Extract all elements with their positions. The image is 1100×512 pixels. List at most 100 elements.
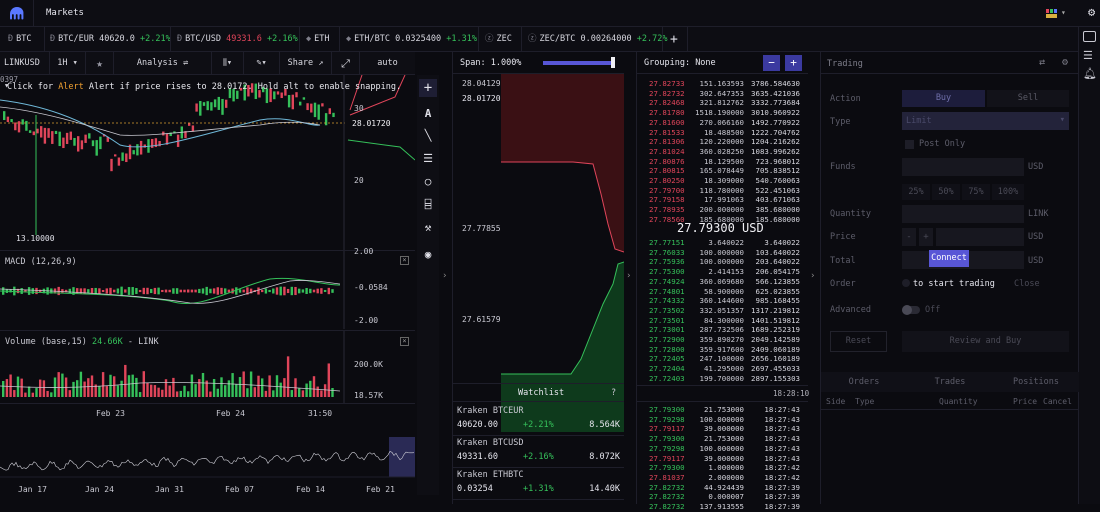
close-option[interactable]: Close [1014, 279, 1040, 289]
ticker-eth-btc[interactable]: ◆ ETH/BTC 0.0325400 +1.31% [346, 27, 477, 52]
close-icon[interactable]: × [400, 256, 409, 265]
book-row[interactable]: 27.74801 58.900000 625.023855 [637, 287, 808, 297]
pct-button[interactable]: 25% [902, 184, 930, 200]
symbol-select[interactable]: LINKUSD ▾ [0, 52, 50, 91]
fullscreen-icon[interactable]: ⤢ [332, 52, 360, 75]
pct-button[interactable]: 75% [962, 184, 990, 200]
ticker-zec-btc[interactable]: ⓩ ZEC/BTC 0.00264000 +2.72% [528, 27, 668, 52]
fib-tool-icon[interactable]: ⌸ [421, 198, 435, 212]
pct-button[interactable]: 100% [992, 184, 1024, 200]
text-tool-icon[interactable]: A [421, 107, 435, 121]
ticker-eth[interactable]: ◆ ETH [306, 27, 329, 52]
watchlist-item[interactable]: Kraken BTCEUR 40620.00 +2.21% 8.564K [453, 404, 624, 436]
measure-tool-icon[interactable]: ⚒ [421, 221, 435, 235]
positions-tab[interactable]: Positions [993, 377, 1079, 387]
price-increment-button[interactable]: + [919, 228, 933, 246]
list-icon[interactable]: ☰ [1083, 49, 1093, 62]
book-row[interactable]: 27.78935 200.000000 385.680000 [637, 205, 808, 215]
book-row[interactable]: 27.74924 360.069680 566.123855 [637, 277, 808, 287]
chat-icon[interactable] [1083, 31, 1096, 42]
book-row[interactable]: 27.80250 18.309000 540.760063 [637, 176, 808, 186]
book-row[interactable]: 27.79158 17.991063 403.671063 [637, 195, 808, 205]
gear-icon[interactable]: ⚙ [1062, 57, 1068, 68]
watchlist-item[interactable]: Kraken ETHBTC 0.03254 +1.31% 14.40K [453, 468, 624, 500]
book-row[interactable]: 27.82732 302.647353 3635.421036 [637, 89, 808, 99]
book-row[interactable]: 27.81306 120.220000 1204.216262 [637, 137, 808, 147]
chevron-right-icon[interactable]: › [810, 271, 815, 281]
book-row[interactable]: 27.72404 41.295000 2697.455033 [637, 364, 808, 374]
book-row[interactable]: 27.81780 1518.190000 3010.960922 [637, 108, 808, 118]
book-row[interactable]: 27.81533 18.488500 1222.704762 [637, 128, 808, 138]
buy-tab[interactable]: Buy [902, 90, 985, 107]
gear-icon[interactable]: ⚙ [1088, 5, 1095, 19]
circle-tool-icon[interactable]: ○ [421, 175, 435, 189]
book-row[interactable]: 27.72900 359.890270 2049.142589 [637, 335, 808, 345]
refresh-icon[interactable]: ⇄ [1039, 57, 1045, 68]
interval-select[interactable]: 1H ▾ [50, 52, 86, 75]
book-row[interactable]: 27.80815 165.078449 705.838512 [637, 166, 808, 176]
ticker-btc-usd[interactable]: Ð BTC/USD 49331.6 +2.16% [177, 27, 298, 52]
book-row[interactable]: 27.75300 2.414153 206.054175 [637, 267, 808, 277]
book-row[interactable]: 27.73001 287.732506 1689.252319 [637, 325, 808, 335]
add-ticker-button[interactable]: + [670, 27, 678, 52]
kraken-logo-icon[interactable] [8, 6, 26, 20]
post-only-checkbox[interactable] [905, 140, 914, 149]
quantity-input[interactable] [902, 205, 1024, 223]
book-row[interactable]: 27.73501 84.300000 1401.519812 [637, 316, 808, 326]
book-row[interactable]: 27.79700 118.780000 522.451063 [637, 186, 808, 196]
layout-grid-icon[interactable] [1046, 9, 1058, 18]
ticker-btc-eur[interactable]: Ð BTC/EUR 40620.0 +2.21% [50, 27, 171, 52]
funds-input[interactable] [902, 158, 1024, 176]
pct-button[interactable]: 50% [932, 184, 960, 200]
add-icon[interactable]: + [419, 79, 437, 97]
span-slider-handle[interactable] [611, 57, 615, 68]
book-row[interactable]: 27.81024 360.028250 1083.996262 [637, 147, 808, 157]
watchlist-item[interactable]: Kraken BTCUSD 49331.60 +2.16% 8.072K [453, 436, 624, 468]
share-button[interactable]: Share ↗ [280, 52, 332, 75]
grouping-increase-button[interactable]: + [785, 55, 802, 71]
book-row[interactable]: 27.72800 359.917600 2409.060189 [637, 345, 808, 355]
order-type-select[interactable]: Limit ▾ [902, 112, 1069, 130]
ticker-btc[interactable]: Ð BTC [8, 27, 31, 52]
reset-button[interactable]: Reset [830, 331, 887, 352]
sell-tab[interactable]: Sell [987, 90, 1069, 107]
book-row[interactable]: 27.74332 360.144600 985.168455 [637, 296, 808, 306]
chevron-down-icon[interactable]: ▾ [1061, 8, 1066, 17]
chevron-right-icon[interactable]: › [442, 271, 447, 281]
book-row[interactable]: 27.82733 151.163593 3786.584630 [637, 79, 808, 89]
markets-tab[interactable]: Markets [33, 0, 84, 27]
grouping-decrease-button[interactable]: − [763, 55, 780, 71]
scale-mode-button[interactable]: auto [360, 52, 415, 75]
review-buy-button[interactable]: Review and Buy [902, 331, 1069, 352]
line-tool-icon[interactable]: ╲ [421, 129, 435, 143]
bell-icon[interactable]: 🔔︎ [1083, 67, 1097, 80]
book-row[interactable]: 27.75936 100.000000 203.640022 [637, 257, 808, 267]
book-row[interactable]: 27.81600 270.066160 1492.770922 [637, 118, 808, 128]
book-row[interactable]: 27.72405 247.100000 2656.160189 [637, 354, 808, 364]
chevron-right-icon[interactable]: › [626, 271, 631, 281]
close-icon[interactable]: × [400, 337, 409, 346]
orders-tab[interactable]: Orders [821, 377, 907, 387]
price-decrement-button[interactable]: - [902, 228, 916, 246]
span-slider[interactable] [543, 61, 615, 65]
analysis-button[interactable]: Analysis ⇌ [114, 52, 212, 75]
navigator-chart[interactable] [0, 437, 415, 482]
price-chart[interactable] [0, 75, 415, 250]
order-radio[interactable] [902, 279, 910, 287]
span-control[interactable]: Span: 1.000% [453, 52, 624, 74]
help-icon[interactable]: ? [611, 388, 616, 398]
book-row[interactable]: 27.76033 100.000000 103.640022 [637, 248, 808, 258]
lines-tool-icon[interactable]: ☰ [421, 152, 435, 166]
depth-chart[interactable] [453, 74, 624, 432]
favorite-star-icon[interactable]: ★ [86, 52, 114, 75]
book-row[interactable]: 27.77151 3.640022 3.640022 [637, 238, 808, 248]
book-row[interactable]: 27.80876 18.129500 723.968012 [637, 157, 808, 167]
book-row[interactable]: 27.82468 321.812762 3332.773684 [637, 98, 808, 108]
connect-button[interactable]: Connect [929, 250, 969, 267]
chart-type-select[interactable]: ⫼▾ [212, 52, 244, 75]
price-input[interactable] [936, 228, 1024, 246]
draw-select[interactable]: ✎▾ [244, 52, 280, 75]
eye-icon[interactable]: ◉ [421, 248, 435, 262]
book-row[interactable]: 27.73502 332.051357 1317.219812 [637, 306, 808, 316]
book-row[interactable]: 27.72403 199.700000 2897.155303 [637, 374, 808, 384]
